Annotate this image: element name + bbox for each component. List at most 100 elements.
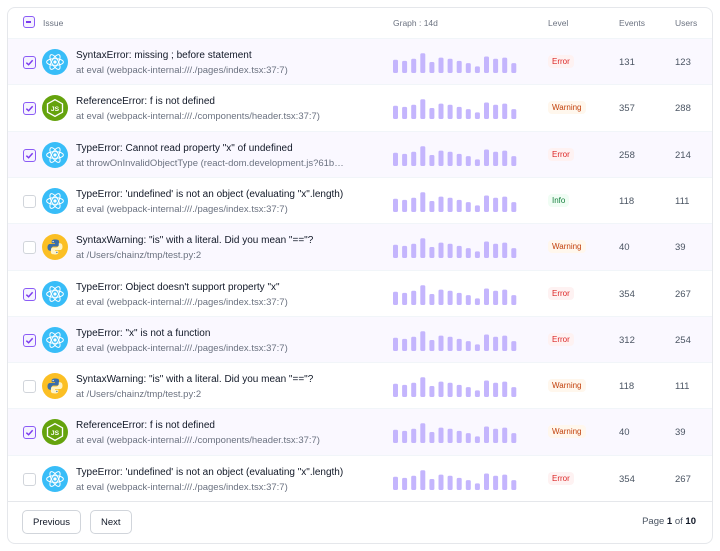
graph-bar	[511, 479, 517, 490]
graph-bar	[402, 246, 408, 259]
graph-bar	[484, 288, 489, 305]
graph-bar	[465, 340, 471, 351]
users-count: 288	[675, 103, 691, 115]
issue-title[interactable]: ReferenceError: f is not defined	[76, 420, 215, 431]
row-checkbox[interactable]	[23, 380, 36, 394]
next-button[interactable]: Next	[90, 510, 132, 534]
event-graph	[393, 284, 517, 305]
users-count: 111	[675, 381, 690, 393]
check-icon	[25, 59, 34, 66]
graph-bar	[438, 57, 444, 73]
previous-button[interactable]: Previous	[22, 510, 81, 534]
graph-bar	[474, 390, 480, 398]
graph-bar	[429, 339, 435, 351]
react-icon	[42, 280, 68, 307]
graph-bar	[511, 387, 517, 398]
users-count: 267	[675, 288, 691, 300]
row-checkbox[interactable]	[23, 426, 36, 440]
graph-bar	[493, 104, 499, 120]
issue-title[interactable]: TypeError: Object doesn't support proper…	[76, 282, 280, 293]
svg-text:JS: JS	[51, 430, 60, 437]
graph-bar	[447, 104, 453, 120]
graph-bar	[411, 243, 417, 259]
table-row[interactable]: SyntaxWarning: "is" with a literal. Did …	[8, 362, 712, 409]
level-badge: Warning	[548, 101, 586, 115]
graph-bar	[484, 102, 489, 120]
issue-title[interactable]: SyntaxWarning: "is" with a literal. Did …	[76, 235, 313, 246]
error-message: 'undefined' is not an object (evaluating…	[125, 466, 344, 478]
issue-title[interactable]: SyntaxError: missing ; before statement	[76, 50, 252, 61]
issue-title[interactable]: TypeError: 'undefined' is not an object …	[76, 467, 343, 478]
graph-bar	[447, 290, 453, 305]
graph-bar	[502, 242, 508, 259]
check-icon	[25, 430, 34, 437]
graph-bar	[484, 473, 489, 490]
graph-bar	[465, 155, 471, 166]
graph-bar	[456, 246, 462, 259]
graph-bar	[465, 294, 471, 305]
events-count: 354	[619, 288, 635, 300]
users-count: 123	[675, 57, 691, 68]
issue-title[interactable]: ReferenceError: f is not defined	[76, 96, 215, 107]
error-type: ReferenceError	[76, 420, 145, 432]
row-checkbox[interactable]	[23, 287, 36, 301]
table-row[interactable]: JS ReferenceError: f is not defined at eva…	[8, 408, 712, 455]
graph-bar	[429, 200, 435, 212]
graph-bar	[502, 289, 508, 305]
row-checkbox[interactable]	[23, 241, 36, 255]
check-icon	[25, 106, 34, 113]
issue-title[interactable]: TypeError: "x" is not a function	[76, 328, 210, 339]
graph-bar	[447, 243, 453, 259]
graph-bar	[438, 196, 444, 212]
page-prefix: Page	[642, 516, 665, 527]
graph-bar	[465, 248, 471, 259]
row-checkbox[interactable]	[23, 472, 36, 486]
users-count: 111	[675, 195, 690, 207]
table-row[interactable]: TypeError: Object doesn't support proper…	[8, 269, 712, 316]
graph-bar	[429, 108, 435, 120]
row-checkbox[interactable]	[23, 102, 36, 116]
row-checkbox[interactable]	[23, 148, 36, 162]
graph-bar	[502, 103, 508, 120]
error-message: f is not defined	[149, 420, 215, 432]
graph-bar	[411, 58, 417, 73]
row-checkbox[interactable]	[23, 333, 36, 347]
graph-bar	[420, 53, 426, 73]
graph-bar	[429, 386, 435, 398]
graph-bar	[438, 289, 444, 305]
page-indicator: Page 1 of 10	[642, 516, 696, 527]
react-icon	[42, 141, 68, 168]
table-row[interactable]: JS ReferenceError: f is not defined at eva…	[8, 84, 712, 131]
table-row[interactable]: TypeError: 'undefined' is not an object …	[8, 454, 712, 502]
graph-bar	[493, 336, 499, 351]
select-all-checkbox[interactable]	[23, 16, 35, 28]
issue-title[interactable]: TypeError: 'undefined' is not an object …	[76, 189, 343, 200]
row-checkbox[interactable]	[23, 194, 36, 208]
graph-bar	[484, 380, 489, 398]
table-row[interactable]: SyntaxWarning: "is" with a literal. Did …	[8, 223, 712, 270]
issue-title[interactable]: SyntaxWarning: "is" with a literal. Did …	[76, 374, 313, 385]
row-checkbox[interactable]	[23, 56, 36, 69]
graph-bar	[484, 195, 489, 212]
graph-bar	[438, 427, 444, 444]
graph-bar	[447, 58, 453, 73]
events-count: 312	[619, 334, 635, 346]
table-row[interactable]: SyntaxError: missing ; before statement a…	[8, 38, 712, 85]
level-badge: Info	[548, 193, 570, 207]
error-type: TypeError	[76, 327, 120, 339]
graph-bar	[447, 197, 453, 212]
level-badge: Warning	[548, 240, 586, 254]
graph-bar	[438, 103, 444, 120]
table-row[interactable]: TypeError: 'undefined' is not an object …	[8, 176, 712, 224]
table-row[interactable]: TypeError: Cannot read property "x" of u…	[8, 130, 712, 178]
graph-bar	[511, 109, 517, 120]
table-row[interactable]: TypeError: "x" is not a function at eval …	[8, 315, 712, 363]
nodejs-icon: JS	[42, 419, 68, 446]
graph-bar	[511, 155, 517, 166]
events-count: 40	[619, 242, 630, 254]
nodejs-icon: JS	[42, 95, 68, 122]
graph-bar	[484, 334, 489, 351]
react-icon	[42, 326, 68, 353]
graph-bar	[484, 149, 489, 166]
issue-title[interactable]: TypeError: Cannot read property "x" of u…	[76, 143, 293, 154]
